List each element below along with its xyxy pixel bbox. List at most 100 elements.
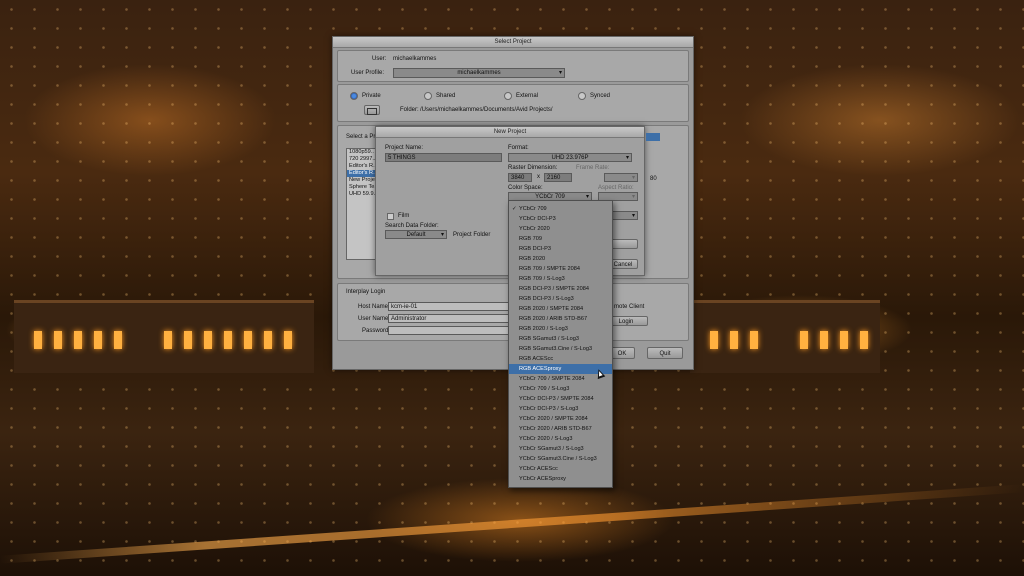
color-space-label: Color Space: <box>508 185 543 191</box>
radio-private-label: Private <box>362 93 381 99</box>
host-name-label: Host Name: <box>358 304 390 310</box>
color-space-option[interactable]: RGB DCI-P3 / SMPTE 2084 <box>509 284 612 294</box>
color-space-option-label: RGB 2020 / S-Log3 <box>519 326 568 332</box>
project-folder-label: Project Folder <box>453 232 491 238</box>
new-project-title: New Project <box>376 127 644 138</box>
password-field[interactable] <box>388 326 510 335</box>
color-space-option[interactable]: YCbCr 2020 / SMPTE 2084 <box>509 414 612 424</box>
radio-external[interactable] <box>504 92 512 100</box>
color-space-option-label: RGB 2020 <box>519 256 546 262</box>
new-project-title-accent <box>646 133 660 141</box>
color-space-option[interactable]: RGB 709 / S-Log3 <box>509 274 612 284</box>
folder-label: Folder: <box>400 107 419 113</box>
color-space-option[interactable]: RGB SGamut3 / S-Log3 <box>509 334 612 344</box>
color-space-option-label: YCbCr ACEScc <box>519 466 558 472</box>
color-space-menu[interactable]: ✓ YCbCr 709 YCbCr DCI-P3 YCbCr 2020 RGB 709 R… <box>508 200 613 488</box>
radio-shared-label: Shared <box>436 93 456 99</box>
search-data-folder-select[interactable]: Default <box>385 230 447 239</box>
color-space-option[interactable]: RGB ACEScc <box>509 354 612 364</box>
quit-button[interactable]: Quit <box>647 347 683 359</box>
color-space-option[interactable]: YCbCr 2020 / ARIB STD-B67 <box>509 424 612 434</box>
color-space-option-label: YCbCr DCI-P3 / S-Log3 <box>519 406 579 412</box>
film-label: Film <box>398 213 410 219</box>
color-space-option[interactable]: YCbCr 2020 <box>509 224 612 234</box>
frame-rate-select[interactable] <box>604 173 638 182</box>
radio-synced[interactable] <box>578 92 586 100</box>
color-space-option-label: YCbCr 709 <box>519 206 547 212</box>
color-space-option[interactable]: RGB 2020 / ARIB STD-B67 <box>509 314 612 324</box>
color-space-option-label: RGB 2020 / ARIB STD-B67 <box>519 316 588 322</box>
color-space-option[interactable]: RGB DCI-P3 <box>509 244 612 254</box>
color-space-option-label: YCbCr DCI-P3 <box>519 216 556 222</box>
folder-icon <box>367 108 377 115</box>
color-space-option[interactable]: YCbCr DCI-P3 <box>509 214 612 224</box>
user-label: User: <box>372 56 387 62</box>
color-space-option[interactable]: YCbCr 2020 / S-Log3 <box>509 434 612 444</box>
radio-shared[interactable] <box>424 92 432 100</box>
color-space-option-label: YCbCr SGamut3.Cine / S-Log3 <box>519 456 597 462</box>
color-space-option[interactable]: YCbCr ACEScc <box>509 464 612 474</box>
color-space-option[interactable]: ✓ YCbCr 709 <box>509 204 612 214</box>
password-label: Password: <box>362 328 391 334</box>
color-space-option-label: RGB SGamut3 / S-Log3 <box>519 336 580 342</box>
user-profile-label: User Profile: <box>351 70 385 76</box>
color-space-option[interactable]: RGB 709 <box>509 234 612 244</box>
host-name-field[interactable]: kcm-ie-01 <box>388 302 510 311</box>
color-space-option[interactable]: RGB 2020 <box>509 254 612 264</box>
color-space-option-label: RGB ACESproxy <box>519 366 562 372</box>
color-space-option-label: YCbCr ACESproxy <box>519 476 566 482</box>
user-profile-select[interactable]: michaelkammes <box>393 68 565 78</box>
project-name-field[interactable]: 5 THINGS <box>385 153 502 162</box>
color-space-option[interactable]: YCbCr ACESproxy <box>509 474 612 484</box>
color-space-option-label: RGB 709 <box>519 236 543 242</box>
raster-width-field[interactable]: 3840 <box>508 173 532 182</box>
radio-private[interactable] <box>350 92 358 100</box>
color-space-option-label: YCbCr 2020 / ARIB STD-B67 <box>519 426 592 432</box>
color-space-option-label: YCbCr 2020 / SMPTE 2084 <box>519 416 588 422</box>
color-space-option[interactable]: YCbCr 709 / S-Log3 <box>509 384 612 394</box>
color-space-option[interactable]: RGB 709 / SMPTE 2084 <box>509 264 612 274</box>
frame-rate-label: Frame Rate: <box>576 165 610 171</box>
color-space-option[interactable]: YCbCr DCI-P3 / S-Log3 <box>509 404 612 414</box>
aspect-ratio-label: Aspect Ratio: <box>598 185 634 191</box>
color-space-option[interactable]: RGB DCI-P3 / S-Log3 <box>509 294 612 304</box>
stray-label: 80 <box>650 176 657 182</box>
building-left <box>14 300 314 373</box>
color-space-option-label: YCbCr 2020 <box>519 226 550 232</box>
color-space-option-label: RGB DCI-P3 <box>519 246 552 252</box>
folder-path: /Users/michaelkammes/Documents/Avid Proj… <box>420 107 553 113</box>
search-data-folder-label: Search Data Folder: <box>385 223 439 229</box>
user-name-field[interactable]: Administrator <box>388 314 510 323</box>
format-label: Format: <box>508 145 529 151</box>
user-value: michaelkammes <box>393 56 437 62</box>
color-space-option-label: RGB 709 / SMPTE 2084 <box>519 266 580 272</box>
color-space-option-label: RGB 709 / S-Log3 <box>519 276 565 282</box>
color-space-option[interactable]: RGB 2020 / SMPTE 2084 <box>509 304 612 314</box>
raster-height-field[interactable]: 2160 <box>544 173 572 182</box>
location-panel: Private Shared External Synced Folder: /… <box>337 84 689 122</box>
color-space-option[interactable]: YCbCr SGamut3 / S-Log3 <box>509 444 612 454</box>
checkmark-icon: ✓ <box>512 206 517 212</box>
color-space-option-label: RGB SGamut3.Cine / S-Log3 <box>519 346 593 352</box>
film-checkbox[interactable] <box>387 213 394 220</box>
color-space-option[interactable]: YCbCr DCI-P3 / SMPTE 2084 <box>509 394 612 404</box>
color-space-option-label: YCbCr SGamut3 / S-Log3 <box>519 446 584 452</box>
format-select[interactable]: UHD 23.976P <box>508 153 632 162</box>
select-project-label: Select a Pro <box>346 134 379 140</box>
color-space-option-label: YCbCr 709 / SMPTE 2084 <box>519 376 585 382</box>
color-space-option[interactable]: RGB SGamut3.Cine / S-Log3 <box>509 344 612 354</box>
color-space-option[interactable]: RGB 2020 / S-Log3 <box>509 324 612 334</box>
color-space-option[interactable]: YCbCr SGamut3.Cine / S-Log3 <box>509 454 612 464</box>
raster-label: Raster Dimension: <box>508 165 558 171</box>
raster-x-label: x <box>537 174 540 180</box>
color-space-option-label: YCbCr DCI-P3 / SMPTE 2084 <box>519 396 594 402</box>
color-space-option-label: YCbCr 2020 / S-Log3 <box>519 436 573 442</box>
radio-external-label: External <box>516 93 539 99</box>
building-right <box>690 300 880 373</box>
interplay-login-label: Interplay Login <box>346 289 386 295</box>
folder-browse-button[interactable] <box>364 105 380 115</box>
color-space-option-label: RGB DCI-P3 / SMPTE 2084 <box>519 286 589 292</box>
remote-client-label: mote Client <box>614 304 645 310</box>
user-panel: User: michaelkammes User Profile: michae… <box>337 50 689 82</box>
color-space-option-label: YCbCr 709 / S-Log3 <box>519 386 570 392</box>
